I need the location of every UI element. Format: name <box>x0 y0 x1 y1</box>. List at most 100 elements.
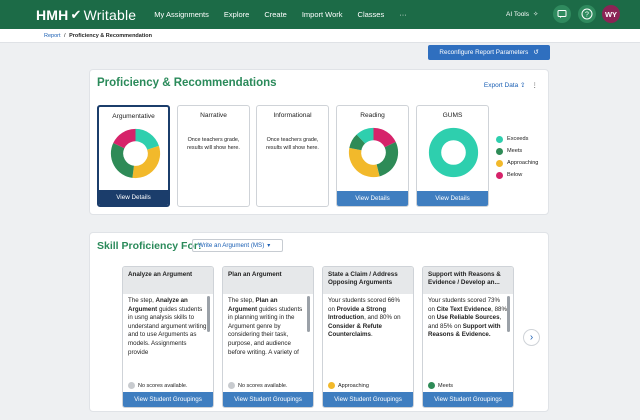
status-dot <box>428 382 435 389</box>
nav-my-assignments[interactable]: My Assignments <box>154 10 209 19</box>
donut-chart-argumentative <box>110 128 161 179</box>
next-arrow-icon[interactable]: › <box>523 329 540 346</box>
donut-segment-exceeds <box>134 128 159 151</box>
donut-segment-meets <box>110 143 135 178</box>
donut-segment-meets <box>376 142 399 177</box>
view-details-button[interactable]: View Details <box>337 191 408 206</box>
card-title: Narrative <box>200 112 227 119</box>
status-label: Approaching <box>338 382 369 389</box>
nav-explore[interactable]: Explore <box>224 10 249 19</box>
nav-create[interactable]: Create <box>264 10 287 19</box>
ai-tools-toggle[interactable]: AI Tools ✧ <box>506 10 539 19</box>
undo-icon: ↺ <box>533 49 539 56</box>
sparkle-icon: ✧ <box>533 11 539 18</box>
nav-more-menu[interactable]: ··· <box>399 10 407 19</box>
top-nav-bar: HMH ✔ Writable My Assignments Explore Cr… <box>0 0 640 29</box>
legend-label: Meets <box>507 148 523 154</box>
legend-swatch <box>496 147 503 155</box>
nav-import-work[interactable]: Import Work <box>302 10 343 19</box>
donut-segment-approaching <box>348 147 380 178</box>
cloud-upload-icon: ⇪ <box>520 82 526 89</box>
brand-text: HMH <box>36 6 69 23</box>
main-nav: My Assignments Explore Create Import Wor… <box>154 10 406 19</box>
ungraded-message: Once teachers grade, results will show h… <box>187 137 240 151</box>
legend-label: Exceeds <box>507 136 529 142</box>
genre-card-narrative: Narrative Once teachers grade, results w… <box>177 105 250 207</box>
export-area: Export Data ⇪ ⋮ <box>484 81 538 89</box>
genre-card-gums[interactable]: GUMS View Details <box>416 105 489 207</box>
card-title: Reading <box>360 112 385 119</box>
genre-card-reading[interactable]: Reading View Details <box>336 105 409 207</box>
view-student-groupings-button[interactable]: View Student Groupings <box>423 392 513 407</box>
skill-card-title: Support with Reasons & Evidence / Develo… <box>423 267 513 294</box>
skill-card-body: The step, Analyze an Argument guides stu… <box>128 297 207 356</box>
status-label: Meets <box>438 382 453 389</box>
card-title: Argumentative <box>112 113 155 120</box>
donut-chart-gums <box>428 127 479 178</box>
proficiency-legend: Exceeds Meets Approaching Below <box>496 133 538 181</box>
legend-label: Below <box>507 172 523 178</box>
help-icon[interactable]: ? <box>578 5 596 23</box>
legend-item-meets: Meets <box>496 145 538 157</box>
donut-segment-below <box>113 128 137 149</box>
dropdown-value: Write an Argument (MS) <box>198 242 265 249</box>
legend-swatch <box>496 159 503 167</box>
product-name: Writable <box>83 6 137 23</box>
kebab-menu-icon[interactable]: ⋮ <box>532 81 539 89</box>
checkmark-icon: ✔ <box>70 6 82 22</box>
status-dot <box>228 382 235 389</box>
ai-tools-label: AI Tools <box>506 10 530 18</box>
breadcrumb-current: Proficiency & Recommendation <box>69 33 152 39</box>
chat-icon[interactable] <box>553 5 571 23</box>
legend-item-approaching: Approaching <box>496 157 538 169</box>
skill-card-title: State a Claim / Address Opposing Argumen… <box>323 267 413 294</box>
donut-segment-below <box>372 127 396 148</box>
skill-card-body: The step, Plan an Argument guides studen… <box>228 297 303 356</box>
status-label: No scores available. <box>238 382 288 389</box>
legend-item-below: Below <box>496 169 538 181</box>
export-data-button[interactable]: Export Data ⇪ <box>484 81 526 89</box>
view-details-button[interactable]: View Details <box>417 191 488 206</box>
skill-status: No scores available. <box>128 382 188 389</box>
scrollbar[interactable] <box>207 296 210 332</box>
skill-card: State a Claim / Address Opposing Argumen… <box>322 266 414 408</box>
view-student-groupings-button[interactable]: View Student Groupings <box>223 392 313 407</box>
donut-segment-approaching <box>132 145 161 179</box>
donut-segment-meets <box>349 134 366 151</box>
skill-status: No scores available. <box>228 382 288 389</box>
user-avatar[interactable]: WY <box>602 5 620 23</box>
scrollbar[interactable] <box>507 296 510 332</box>
legend-label: Approaching <box>507 160 539 166</box>
skill-card-body: Your students scored 66% on Provide a St… <box>328 297 401 339</box>
skill-proficiency-panel: Skill Proficiency For: Write an Argument… <box>89 232 549 412</box>
app-logo[interactable]: HMH ✔ Writable <box>36 7 136 23</box>
status-label: No scores available. <box>138 382 188 389</box>
breadcrumb: Report / Proficiency & Recommendation <box>0 29 640 43</box>
assignment-dropdown[interactable]: Write an Argument (MS) ▾ <box>192 239 283 252</box>
view-student-groupings-button[interactable]: View Student Groupings <box>123 392 213 407</box>
skill-proficiency-title: Skill Proficiency For: <box>97 240 202 252</box>
card-title: GUMS <box>442 112 463 119</box>
skill-card-title: Analyze an Argument <box>123 267 213 294</box>
skill-card-body: Your students scored 73% on Cite Text Ev… <box>428 297 507 339</box>
nav-classes[interactable]: Classes <box>358 10 385 19</box>
legend-swatch <box>496 171 503 179</box>
skill-card: Support with Reasons & Evidence / Develo… <box>422 266 514 408</box>
legend-item-exceeds: Exceeds <box>496 133 538 145</box>
status-dot <box>128 382 135 389</box>
scrollbar[interactable] <box>307 296 310 332</box>
ungraded-message: Once teachers grade, results will show h… <box>266 137 319 151</box>
view-student-groupings-button[interactable]: View Student Groupings <box>323 392 413 407</box>
skill-card-title: Plan an Argument <box>223 267 313 294</box>
skill-status: Meets <box>428 382 453 389</box>
skill-status: Approaching <box>328 382 369 389</box>
donut-chart-reading <box>348 127 399 178</box>
status-dot <box>328 382 335 389</box>
breadcrumb-separator: / <box>64 33 66 39</box>
donut-segment-exceeds <box>356 127 375 144</box>
breadcrumb-report-link[interactable]: Report <box>44 33 61 39</box>
genre-card-argumentative[interactable]: Argumentative View Details <box>97 105 170 207</box>
reconfigure-report-button[interactable]: Reconfigure Report Parameters ↺ <box>428 45 550 60</box>
proficiency-panel: Proficiency & Recommendations Export Dat… <box>89 69 549 215</box>
view-details-button[interactable]: View Details <box>99 190 168 205</box>
